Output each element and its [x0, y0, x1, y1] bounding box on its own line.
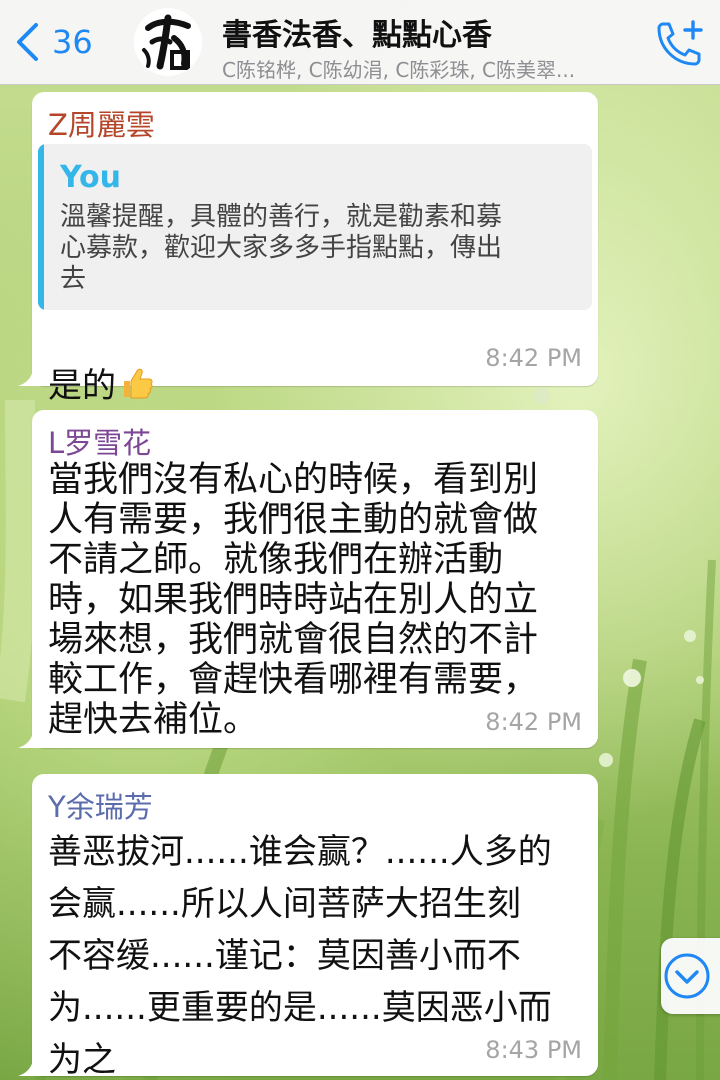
thumbs-up-icon: [124, 368, 153, 399]
sender-name[interactable]: Z周麗雲: [48, 102, 155, 144]
message-bubble[interactable]: Y余瑞芳 善恶拔河......谁会赢？......人多的 会赢......所以人…: [18, 774, 598, 1080]
bubble-tail: [18, 722, 46, 748]
message-time: 8:43 PM: [485, 1036, 582, 1064]
sender-name[interactable]: Y余瑞芳: [48, 784, 153, 826]
bubble-tail: [18, 1050, 46, 1076]
message-time: 8:42 PM: [485, 344, 582, 372]
message-bubble[interactable]: Z周麗雲 You 溫馨提醒，具體的善行，就是勸素和募 心募款，歡迎大家多多手指點…: [18, 92, 598, 406]
quote-accent-bar: [38, 144, 44, 310]
phone-plus-icon: [657, 20, 703, 66]
unread-count: 36: [52, 23, 93, 61]
quoted-message[interactable]: You 溫馨提醒，具體的善行，就是勸素和募 心募款，歡迎大家多多手指點點，傳出 …: [38, 144, 592, 310]
scroll-to-bottom-button[interactable]: [661, 938, 720, 1014]
quote-text: 溫馨提醒，具體的善行，就是勸素和募 心募款，歡迎大家多多手指點點，傳出 去: [60, 202, 503, 294]
chat-header: 36 書香法香、點點心香 C陈铭桦, C陈幼涓, C陈彩珠, C陈美翠...: [0, 0, 720, 85]
chat-screen: 36 書香法香、點點心香 C陈铭桦, C陈幼涓, C陈彩珠, C陈美翠... Z…: [0, 0, 720, 1080]
sender-name[interactable]: L罗雪花: [48, 420, 151, 462]
message-bubble[interactable]: L罗雪花 當我們沒有私心的時候，看到別 人有需要，我們很主動的就會做 不請之師。…: [18, 410, 598, 748]
message-time: 8:42 PM: [485, 708, 582, 736]
message-text: 當我們沒有私心的時候，看到別 人有需要，我們很主動的就會做 不請之師。就像我們在…: [48, 460, 539, 740]
chat-title[interactable]: 書香法香、點點心香: [222, 10, 642, 54]
quote-author: You: [60, 160, 121, 195]
calligraphy-logo: [142, 14, 191, 70]
chat-participants[interactable]: C陈铭桦, C陈幼涓, C陈彩珠, C陈美翠...: [222, 54, 647, 83]
chevron-down-circle-icon: [664, 953, 710, 999]
add-call-button[interactable]: [650, 16, 706, 72]
message-text: 是的: [48, 366, 116, 406]
back-button[interactable]: 36: [14, 20, 93, 64]
group-avatar[interactable]: [134, 8, 202, 76]
chevron-left-icon: [17, 23, 38, 61]
bubble-tail: [18, 360, 46, 386]
